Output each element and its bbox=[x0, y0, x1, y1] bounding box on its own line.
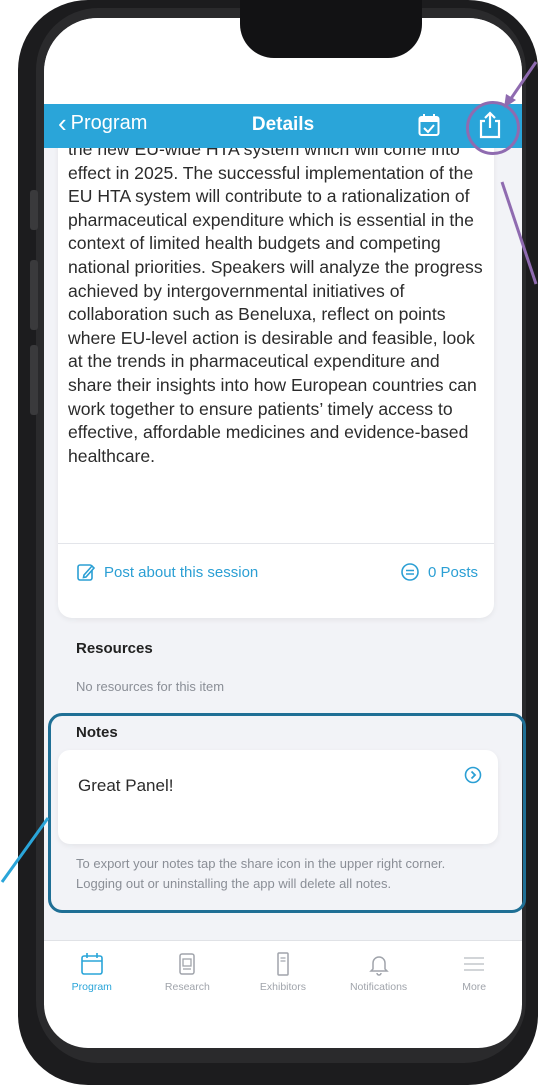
volume-down-button bbox=[30, 345, 38, 415]
tab-exhibitors-label: Exhibitors bbox=[259, 981, 307, 993]
bell-icon bbox=[368, 956, 389, 976]
tab-program[interactable]: Program bbox=[44, 941, 140, 1005]
arrow-annotation-icon bbox=[504, 61, 538, 108]
background bbox=[0, 0, 18, 1085]
tab-more-label: More bbox=[462, 981, 487, 993]
camera-notch bbox=[240, 0, 422, 58]
post-about-session-label: Post about this session bbox=[104, 563, 259, 581]
resources-empty-text: No resources for this item bbox=[76, 679, 225, 694]
notes-section-highlight bbox=[48, 713, 526, 913]
resources-heading: Resources bbox=[76, 640, 153, 657]
tab-research[interactable]: Research bbox=[140, 941, 236, 1005]
calendar-icon bbox=[80, 953, 103, 975]
session-card: the new EU-wide HTA system which will co… bbox=[58, 148, 494, 618]
posts-count-label: 0 Posts bbox=[427, 563, 478, 581]
home-indicator-area bbox=[44, 1004, 522, 1048]
tab-research-label: Research bbox=[164, 981, 210, 993]
tab-more[interactable]: More bbox=[426, 941, 522, 1005]
comment-icon bbox=[401, 563, 419, 581]
tab-program-label: Program bbox=[71, 981, 112, 993]
mute-switch bbox=[30, 190, 38, 230]
navigation-bar: ‹ Program Details bbox=[44, 104, 522, 148]
compose-icon bbox=[77, 564, 96, 581]
divider bbox=[58, 543, 494, 544]
tab-notifications[interactable]: Notifications bbox=[331, 941, 427, 1005]
volume-up-button bbox=[30, 260, 38, 330]
notes-pointer-line-annotation bbox=[0, 817, 50, 883]
tab-notifications-label: Notifications bbox=[349, 981, 408, 993]
post-about-session-button[interactable]: Post about this session bbox=[76, 562, 258, 582]
tab-bar: Program Research Exhibitors Notification… bbox=[44, 940, 522, 1005]
booth-icon bbox=[277, 952, 289, 976]
add-to-calendar-icon[interactable] bbox=[418, 113, 440, 137]
posts-count-button[interactable]: 0 Posts bbox=[400, 562, 478, 582]
tab-exhibitors[interactable]: Exhibitors bbox=[235, 941, 331, 1005]
document-icon bbox=[179, 953, 196, 975]
page-title: Details bbox=[251, 114, 315, 135]
session-description: the new EU-wide HTA system which will co… bbox=[68, 148, 483, 466]
menu-icon bbox=[464, 957, 485, 971]
pointer-line-annotation bbox=[500, 181, 538, 285]
